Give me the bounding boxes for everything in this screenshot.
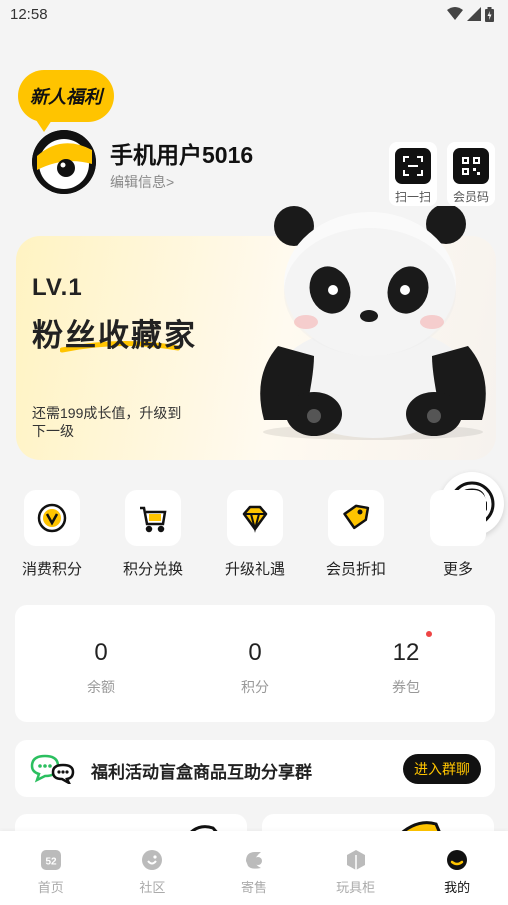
qr-code-icon [453,148,489,184]
stat-points-value: 0 [248,639,262,666]
menu-item-exchange[interactable]: 积分兑换 [117,490,189,579]
username: 手机用户5016 [110,142,254,168]
chat-group-icon [30,754,75,784]
signal-icon [467,7,481,21]
scan-label: 扫一扫 [394,190,431,204]
status-icons [447,6,494,22]
member-benefits-menu: 消费积分 积分兑换 升级礼遇 会员折扣 更多 [0,490,508,580]
member-code-label: 会员码 [452,190,489,204]
new-user-badge-label: 新人福利 [30,87,102,107]
menu-label-more: 更多 [442,561,473,578]
profile-icon [446,849,468,871]
more-icon [430,490,486,546]
menu-item-points[interactable]: 消费积分 [16,490,88,579]
tab-consign[interactable]: 寄售 [203,831,305,905]
bottom-tab-bar: 52 首页 社区 寄售 玩具柜 我的 [0,831,508,905]
new-user-badge[interactable]: 新人福利 [18,70,114,132]
member-level-title: 粉丝收藏家 [32,318,197,353]
tab-community[interactable]: 社区 [102,831,204,905]
wifi-icon [447,7,463,20]
menu-item-discount[interactable]: 会员折扣 [320,490,392,579]
member-level: LV.1 [32,274,83,301]
menu-label-points: 消费积分 [21,561,82,578]
member-code-button[interactable]: 会员码 [447,142,495,206]
stat-balance[interactable]: 0 余额 [51,639,151,697]
tab-home-label: 首页 [37,880,64,895]
toy-cabinet-icon [345,849,367,871]
group-chat-title: 福利活动盲盒商品互助分享群 [91,763,312,782]
stat-coupons-label: 券包 [392,679,420,695]
tab-home[interactable]: 52 首页 [0,831,102,905]
stat-balance-label: 余额 [87,679,115,695]
stat-points[interactable]: 0 积分 [205,639,305,697]
tab-profile-label: 我的 [444,880,471,895]
tab-community-label: 社区 [139,880,166,895]
menu-item-more[interactable]: 更多 [422,490,494,579]
menu-label-upgrade: 升级礼遇 [224,561,285,578]
status-bar: 12:58 [0,0,508,28]
points-icon [24,490,80,546]
menu-label-discount: 会员折扣 [325,561,386,578]
panda-figure-image [260,206,486,440]
stat-balance-value: 0 [94,639,108,666]
scan-icon [395,148,431,184]
scan-button[interactable]: 扫一扫 [389,142,437,206]
stat-points-label: 积分 [241,679,269,695]
join-group-button[interactable]: 进入群聊 [403,754,481,784]
avatar-mascot-icon [32,130,96,194]
consign-icon [243,849,265,871]
tag-icon [328,490,384,546]
cart-icon [125,490,181,546]
svg-text:52: 52 [45,857,57,868]
home-icon: 52 [40,849,62,871]
coupon-notification-dot [426,631,432,637]
avatar[interactable] [32,130,96,194]
group-chat-banner[interactable]: 福利活动盲盒商品互助分享群 进入群聊 [15,740,495,797]
stat-coupons[interactable]: 12 券包 [356,639,456,697]
status-time: 12:58 [10,5,48,23]
tab-toy-cabinet[interactable]: 玩具柜 [305,831,407,905]
account-stats-card: 0 余额 0 积分 12 券包 [15,605,495,722]
menu-label-exchange: 积分兑换 [122,561,183,578]
menu-item-upgrade[interactable]: 升级礼遇 [219,490,291,579]
stat-coupons-value: 12 [392,639,420,666]
battery-icon [485,6,494,22]
tab-profile[interactable]: 我的 [406,831,508,905]
tab-consign-label: 寄售 [240,880,267,895]
member-level-card[interactable]: LV.1 粉丝收藏家 还需199成长值，升级到下一级 [16,206,496,460]
growth-hint: 还需199成长值，升级到下一级 [32,405,182,439]
diamond-icon [227,490,283,546]
edit-info-link[interactable]: 编辑信息> [110,172,174,192]
community-icon [141,849,163,871]
tab-toy-cabinet-label: 玩具柜 [336,880,376,895]
